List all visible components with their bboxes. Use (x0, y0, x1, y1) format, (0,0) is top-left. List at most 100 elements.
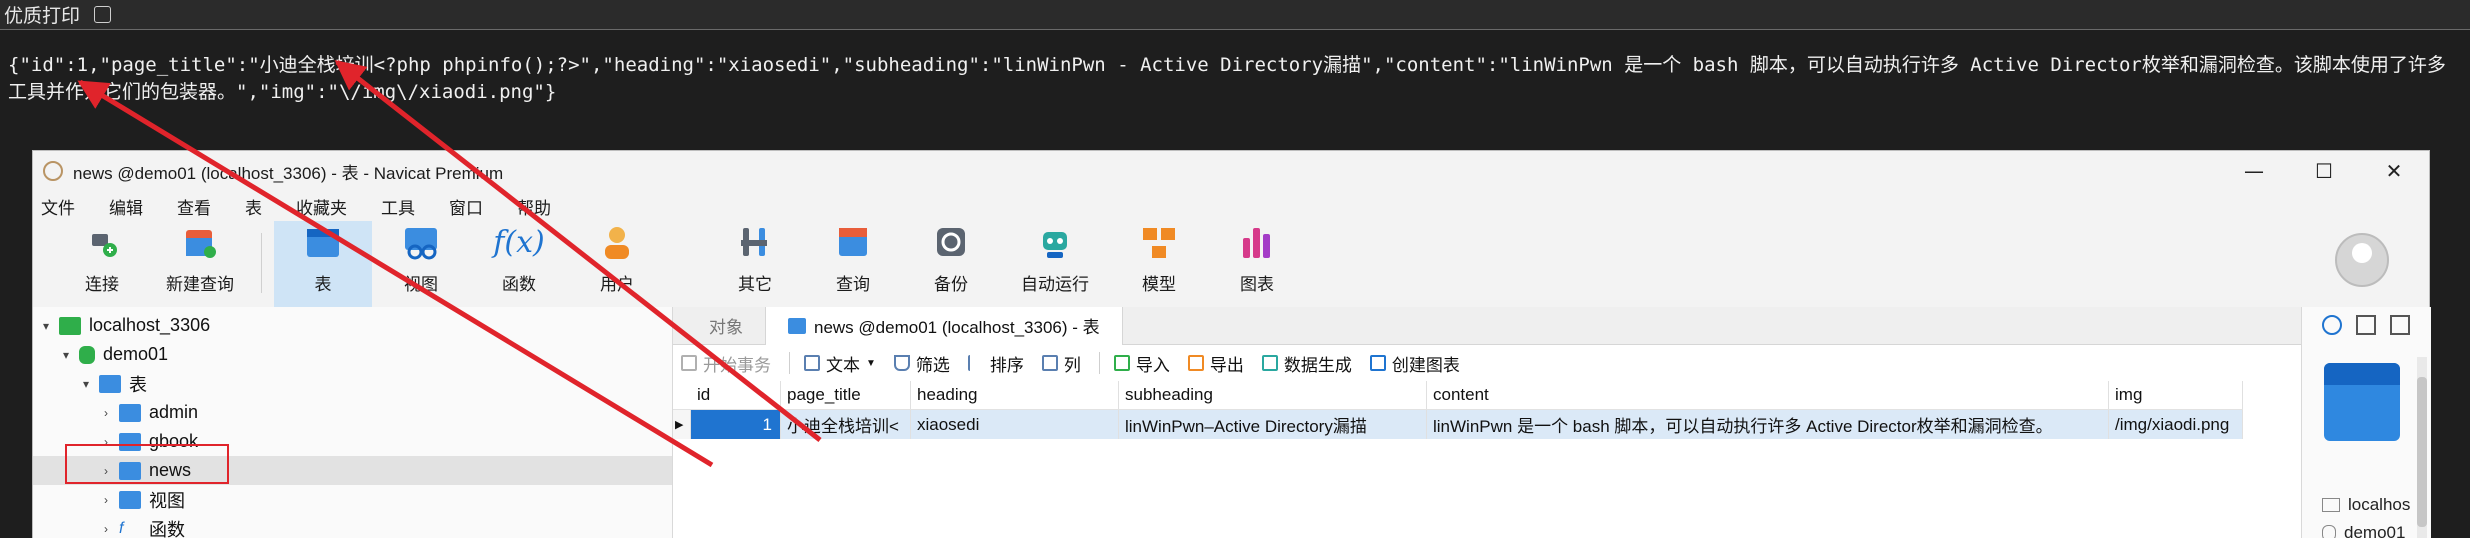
cell-heading[interactable]: xiaosedi (911, 410, 1119, 439)
connect-button[interactable]: 连接 (53, 220, 151, 307)
browser-top-bar: 优质打印 (0, 0, 2470, 30)
table-editor: 对象 news @demo01 (localhost_3306) - 表 开始事… (673, 306, 2431, 538)
data-generation-icon (1261, 355, 1278, 371)
view-icon (399, 220, 443, 264)
table-icon (788, 317, 806, 334)
info-icon[interactable] (2322, 315, 2342, 335)
user-button[interactable]: 用户 (568, 220, 666, 307)
tree-table-admin[interactable]: › admin (33, 398, 672, 427)
chevron-down-icon[interactable]: ▾ (39, 319, 53, 333)
info-database: demo01 (2322, 523, 2405, 538)
grid-header: id page_title heading subheading content… (673, 381, 2243, 410)
transaction-icon (681, 355, 697, 371)
tree-database[interactable]: ▾ demo01 (33, 340, 672, 369)
query-icon (831, 220, 875, 264)
data-grid: id page_title heading subheading content… (673, 381, 2243, 439)
info-pane-scrollbar[interactable] (2417, 357, 2427, 538)
tree-connection[interactable]: ▾ localhost_3306 (33, 311, 672, 340)
cell-img[interactable]: /img/xiaodi.png (2109, 410, 2243, 439)
table-button[interactable]: 表 (274, 221, 372, 307)
menu-file[interactable]: 文件 (41, 194, 75, 219)
column-header-heading[interactable]: heading (911, 381, 1119, 409)
begin-transaction-button[interactable]: 开始事务 (681, 351, 771, 376)
function-button[interactable]: f(x) 函数 (470, 220, 568, 307)
scrollbar-thumb[interactable] (2417, 377, 2427, 527)
create-chart-icon (1369, 355, 1386, 371)
chart-icon (1235, 220, 1279, 264)
create-chart-button[interactable]: 创建图表 (1369, 351, 1460, 376)
tools-icon (733, 220, 777, 264)
close-button[interactable]: ✕ (2359, 151, 2429, 191)
grid-view-icon[interactable] (2390, 315, 2410, 335)
column-header-subheading[interactable]: subheading (1119, 381, 1427, 409)
menu-edit[interactable]: 编辑 (109, 194, 143, 219)
json-output-text: {"id":1,"page_title":"小迪全栈培训<?php phpinf… (8, 54, 2446, 103)
text-icon (804, 355, 820, 371)
window-controls: — ☐ ✕ (2219, 151, 2429, 191)
table-group-icon (99, 374, 121, 393)
database-icon (79, 345, 95, 364)
database-icon (2322, 525, 2336, 538)
menu-bar: 文件 编辑 查看 表 收藏夹 工具 窗口 帮助 (33, 191, 2429, 221)
view-button[interactable]: 视图 (372, 220, 470, 307)
main-toolbar: 连接 新建查询 表 视图 f(x) 函数 用户 其它 查询 备份 自动运行 模型… (33, 221, 2429, 307)
export-button[interactable]: 导出 (1187, 351, 1244, 376)
query-button[interactable]: 查询 (804, 220, 902, 307)
backup-icon (929, 220, 973, 264)
account-avatar[interactable] (2335, 233, 2389, 287)
sort-button[interactable]: 排序 (967, 351, 1024, 376)
current-row-marker-icon: ▶ (673, 410, 691, 439)
columns-button[interactable]: 列 (1041, 351, 1081, 376)
chevron-right-icon[interactable]: › (99, 522, 113, 536)
toolbar-divider (1098, 352, 1100, 374)
import-button[interactable]: 导入 (1113, 351, 1170, 376)
menu-view[interactable]: 查看 (177, 194, 211, 219)
export-icon (1187, 355, 1204, 371)
tree-functions-group[interactable]: › f 函数 (33, 514, 672, 538)
menu-favorites[interactable]: 收藏夹 (296, 194, 347, 219)
tab-objects[interactable]: 对象 (673, 307, 765, 345)
minimize-button[interactable]: — (2219, 151, 2289, 191)
view-group-icon (119, 490, 141, 509)
auto-run-button[interactable]: 自动运行 (1000, 220, 1110, 307)
chevron-down-icon: ▼ (866, 357, 876, 369)
cell-page-title[interactable]: 小迪全栈培训< (781, 410, 911, 439)
chevron-down-icon[interactable]: ▾ (79, 377, 93, 391)
cell-content[interactable]: linWinPwn 是一个 bash 脚本，可以自动执行许多 Active Di… (1427, 410, 2109, 439)
menu-help[interactable]: 帮助 (517, 194, 551, 219)
plug-icon (80, 220, 124, 264)
new-query-button[interactable]: 新建查询 (151, 220, 249, 307)
tab-bar: 对象 news @demo01 (localhost_3306) - 表 (673, 306, 2431, 345)
print-checkbox[interactable] (94, 6, 112, 23)
other-button[interactable]: 其它 (706, 220, 804, 307)
column-header-id[interactable]: id (673, 381, 781, 409)
column-header-content[interactable]: content (1427, 381, 2109, 409)
robot-icon (1033, 220, 1077, 264)
cell-id[interactable]: 1 (691, 410, 781, 439)
tab-news-table[interactable]: news @demo01 (localhost_3306) - 表 (765, 306, 1123, 345)
column-header-img[interactable]: img (2109, 381, 2243, 409)
menu-window[interactable]: 窗口 (449, 194, 483, 219)
tree-tables-group[interactable]: ▾ 表 (33, 369, 672, 398)
toolbar-divider (261, 233, 262, 293)
column-header-page-title[interactable]: page_title (781, 381, 911, 409)
chevron-down-icon[interactable]: ▾ (59, 348, 73, 362)
maximize-button[interactable]: ☐ (2289, 151, 2359, 191)
chevron-right-icon[interactable]: › (99, 406, 113, 420)
table-row[interactable]: ▶ 1 小迪全栈培训< xiaosedi linWinPwn–Active Di… (673, 410, 2243, 439)
menu-tools[interactable]: 工具 (381, 194, 415, 219)
filter-button[interactable]: 筛选 (893, 351, 950, 376)
tree-views-group[interactable]: › 视图 (33, 485, 672, 514)
link-icon (2322, 498, 2340, 512)
chart-button[interactable]: 图表 (1208, 220, 1306, 307)
chevron-right-icon[interactable]: › (99, 493, 113, 507)
backup-button[interactable]: 备份 (902, 220, 1000, 307)
cell-subheading[interactable]: linWinPwn–Active Directory漏描 (1119, 410, 1427, 439)
sort-icon (967, 355, 984, 371)
model-button[interactable]: 模型 (1110, 220, 1208, 307)
function-icon: f(x) (493, 224, 545, 260)
text-button[interactable]: 文本 ▼ (804, 351, 876, 376)
ddl-icon[interactable] (2356, 315, 2376, 335)
menu-table[interactable]: 表 (245, 194, 262, 219)
data-generation-button[interactable]: 数据生成 (1261, 351, 1352, 376)
